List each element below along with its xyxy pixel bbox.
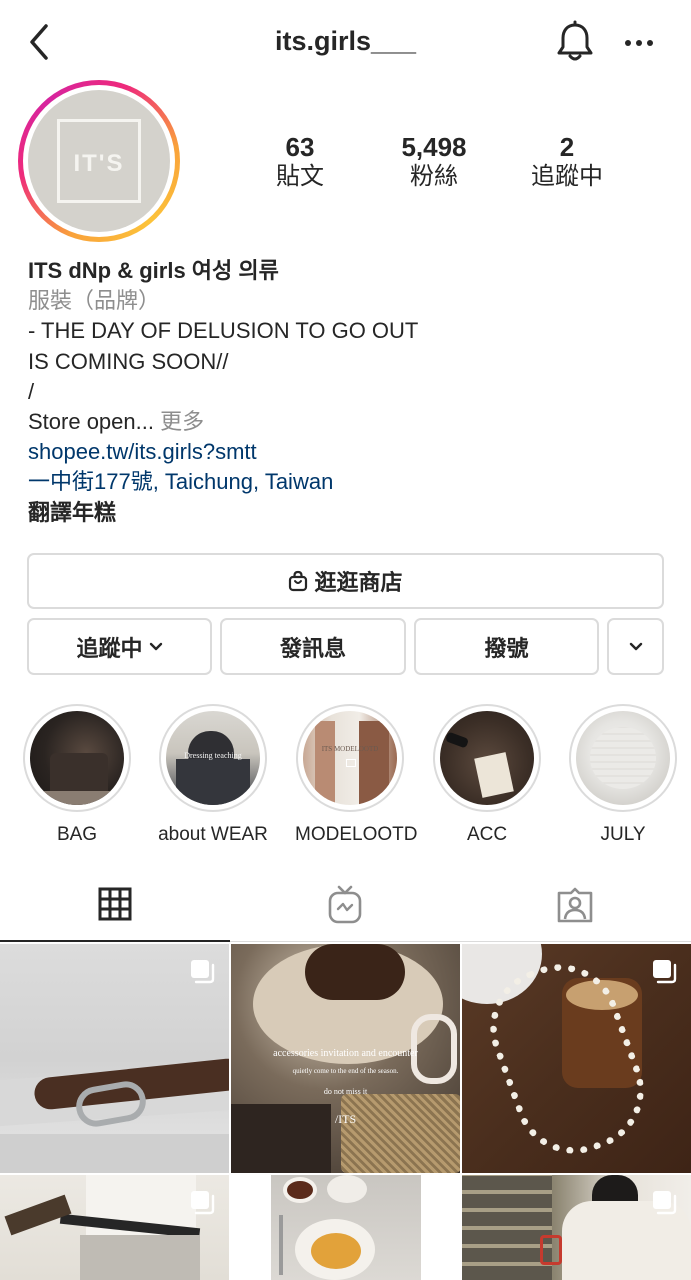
following-count[interactable]: 2 追蹤中 xyxy=(502,132,632,192)
highlight-cover xyxy=(440,711,534,805)
story-highlight[interactable]: Dressing teaching about WEAR xyxy=(158,704,268,846)
notifications-button[interactable] xyxy=(554,20,596,64)
post-thumbnail[interactable]: accessories invitation and encounter qui… xyxy=(231,944,460,1173)
bell-icon xyxy=(557,20,593,61)
highlight-cover xyxy=(30,711,124,805)
story-ring[interactable]: IT'S xyxy=(18,80,180,242)
more-horizontal-icon xyxy=(625,40,653,46)
highlight-overlay-text: ITS MODELOOTD xyxy=(321,745,379,753)
tagged-icon xyxy=(557,887,593,923)
post-overlay-text: accessories invitation and encounter xyxy=(273,1048,418,1059)
multiple-photos-icon xyxy=(653,1191,677,1215)
highlight-label: BAG xyxy=(56,824,98,845)
highlight-label: ACC xyxy=(466,824,508,845)
highlight-cover: ITS MODELOOTD xyxy=(303,711,397,805)
grid-icon xyxy=(98,887,132,921)
more-link[interactable]: 更多 xyxy=(160,409,204,434)
posts-count[interactable]: 63 貼文 xyxy=(235,132,365,192)
post-overlay-text: do not miss it xyxy=(323,1087,368,1096)
message-button-label: 發訊息 xyxy=(279,635,346,661)
followers-count-value: 5,498 xyxy=(401,132,467,162)
highlight-cover xyxy=(576,711,670,805)
story-highlight[interactable]: ITS MODELOOTD MODELOOTD xyxy=(295,704,418,846)
post-thumbnail[interactable] xyxy=(0,944,229,1173)
highlight-cover: Dressing teaching xyxy=(166,711,260,805)
translate-link[interactable]: 翻譯年糕 xyxy=(28,498,668,528)
profile-tabs xyxy=(0,868,691,942)
message-button[interactable]: 發訊息 xyxy=(220,618,406,675)
address-link[interactable]: 一中街177號, Taichung, Taiwan xyxy=(28,467,668,497)
posts-count-value: 63 xyxy=(285,132,315,162)
bio-truncated-text: Store open... xyxy=(28,409,154,435)
story-highlight[interactable]: JULY xyxy=(568,704,678,846)
post-overlay-text: /ITS xyxy=(334,1112,357,1126)
call-button-label: 撥號 xyxy=(484,635,529,661)
tab-posts-grid[interactable] xyxy=(0,868,230,942)
highlight-label: JULY xyxy=(600,824,646,845)
bio-line: - THE DAY OF DELUSION TO GO OUT xyxy=(28,318,419,344)
highlight-label: MODELOOTD xyxy=(295,824,418,845)
posts-grid: accessories invitation and encounter qui… xyxy=(0,944,691,1280)
top-bar: its.girls___ xyxy=(0,0,691,84)
multiple-photos-icon xyxy=(653,960,677,984)
multiple-photos-icon xyxy=(191,960,215,984)
avatar-logo-frame: IT'S xyxy=(57,119,141,203)
post-thumbnail[interactable] xyxy=(462,1175,691,1280)
profile-category: 服裝（品牌） xyxy=(28,288,161,314)
following-button-label: 追蹤中 xyxy=(76,635,143,661)
multiple-photos-icon xyxy=(191,1191,215,1215)
avatar: IT'S xyxy=(28,90,170,232)
post-thumbnail[interactable] xyxy=(462,944,691,1173)
view-shop-button[interactable]: 逛逛商店 xyxy=(27,553,664,609)
bio-line: / xyxy=(28,378,35,404)
website-link[interactable]: shopee.tw/its.girls?smtt xyxy=(28,437,668,467)
highlight-label: about WEAR xyxy=(158,824,268,845)
avatar-logo-text: IT'S xyxy=(73,150,125,177)
tab-tagged[interactable] xyxy=(460,868,690,942)
followers-count-label: 粉絲 xyxy=(410,163,458,190)
shopping-bag-icon xyxy=(289,570,308,592)
igtv-icon xyxy=(328,885,362,924)
bio-line: IS COMING SOON// xyxy=(28,348,229,374)
bio-line: Store open... 更多 xyxy=(28,407,668,437)
post-overlay-text: quietly come to the end of the season. xyxy=(292,1067,399,1075)
profile-bio: ITS dNp & girls 여성 의류 服裝（品牌） - THE DAY O… xyxy=(28,256,668,528)
display-name: ITS dNp & girls 여성 의류 xyxy=(28,258,279,283)
more-options-button[interactable] xyxy=(620,28,660,58)
call-button[interactable]: 撥號 xyxy=(414,618,599,675)
following-button[interactable]: 追蹤中 xyxy=(27,618,212,675)
highlight-overlay-text: Dressing teaching xyxy=(184,751,242,760)
followers-count[interactable]: 5,498 粉絲 xyxy=(369,132,499,192)
post-thumbnail[interactable] xyxy=(0,1175,229,1280)
following-count-label: 追蹤中 xyxy=(531,163,603,190)
chevron-down-icon xyxy=(149,642,162,650)
story-highlight[interactable]: ACC xyxy=(432,704,542,846)
following-count-value: 2 xyxy=(559,132,575,162)
chevron-down-icon xyxy=(629,642,642,650)
post-thumbnail[interactable] xyxy=(231,1175,460,1280)
tab-igtv[interactable] xyxy=(230,868,460,942)
story-highlight[interactable]: BAG xyxy=(22,704,132,846)
suggested-accounts-button[interactable] xyxy=(607,618,664,675)
view-shop-label: 逛逛商店 xyxy=(314,570,403,595)
posts-count-label: 貼文 xyxy=(276,163,324,190)
